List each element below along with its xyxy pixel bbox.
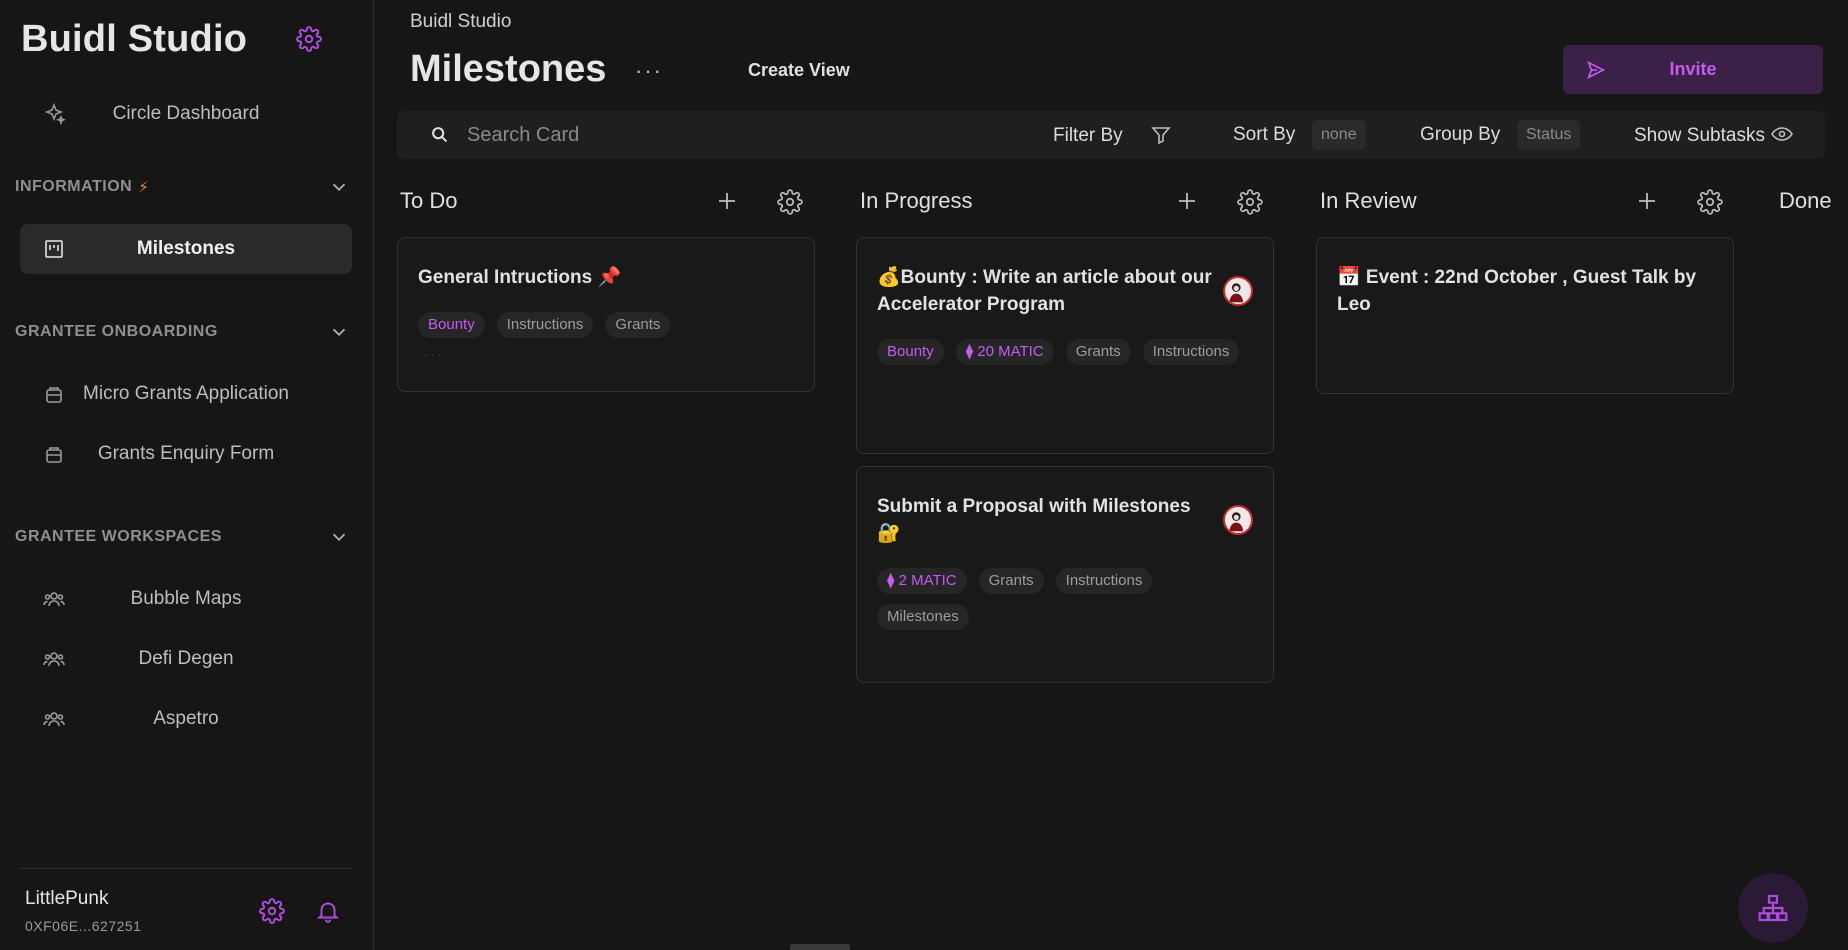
sort-by-label: Sort By xyxy=(1233,124,1296,145)
card-tags: ⧫ 2 MATIC Grants Instructions Milestones xyxy=(877,568,1253,630)
search-input[interactable] xyxy=(467,120,827,150)
add-card-icon[interactable] xyxy=(1635,189,1659,213)
breadcrumb[interactable]: Buidl Studio xyxy=(410,11,511,33)
chevron-down-icon[interactable] xyxy=(328,321,350,343)
tag-instructions: Instructions xyxy=(1142,339,1240,365)
sidebar-item-label: Milestones xyxy=(136,238,236,259)
floating-action-button[interactable] xyxy=(1738,873,1808,943)
send-icon xyxy=(1587,60,1606,80)
board-toolbar: Filter By Sort By none Group By Status S… xyxy=(397,111,1825,159)
filter-icon[interactable] xyxy=(1149,123,1173,147)
section-information-header[interactable]: INFORMATION ⚡ xyxy=(15,175,350,199)
sidebar-item-label: Defi Degen xyxy=(138,648,234,669)
card-title: General Intructions 📌 xyxy=(418,267,622,288)
chevron-down-icon[interactable] xyxy=(328,176,350,198)
section-grantee-onboarding-title: GRANTEE ONBOARDING xyxy=(15,323,218,340)
lightning-icon: ⚡ xyxy=(138,179,150,196)
sidebar-item-label: Grants Enquiry Form xyxy=(97,443,275,464)
sidebar-item-micro-grants-application[interactable]: Micro Grants Application xyxy=(20,369,352,419)
tag-reward: ⧫ 2 MATIC xyxy=(877,568,967,594)
sidebar: Buidl Studio Circle Dashboard INFORMATIO… xyxy=(0,0,374,950)
card-title: 💰Bounty : Write an article about our Acc… xyxy=(877,267,1212,315)
main-content: Buidl Studio Milestones ··· Create View … xyxy=(375,0,1848,950)
card-general-intructions[interactable]: General Intructions 📌 Bounty Instruction… xyxy=(397,237,815,392)
show-subtasks-label: Show Subtasks xyxy=(1634,125,1765,146)
card-title: Submit a Proposal with Milestones 🔐 xyxy=(877,496,1191,544)
eye-icon[interactable] xyxy=(1770,122,1794,146)
sidebar-item-label: Aspetro xyxy=(153,708,219,729)
card-event-guest-talk[interactable]: 📅 Event : 22nd October , Guest Talk by L… xyxy=(1316,237,1734,394)
column-title-todo: To Do xyxy=(400,188,458,213)
tag-bounty: Bounty xyxy=(418,312,485,338)
tag-grants: Grants xyxy=(978,568,1044,594)
section-information-title: INFORMATION xyxy=(15,178,133,195)
column-title-done: Done xyxy=(1779,188,1832,213)
search-icon xyxy=(432,127,448,143)
horizontal-scrollbar[interactable] xyxy=(790,944,850,950)
add-card-icon[interactable] xyxy=(1175,189,1199,213)
user-profile[interactable]: LittlePunk 0XF06E...627251 xyxy=(25,888,141,934)
invite-label: Invite xyxy=(1669,59,1717,79)
tag-bounty: Bounty xyxy=(877,339,944,365)
workspace-settings-gear-icon[interactable] xyxy=(296,26,322,52)
people-icon xyxy=(43,712,65,727)
hierarchy-icon xyxy=(1758,894,1788,922)
user-wallet-address: 0XF06E...627251 xyxy=(25,918,142,934)
people-icon xyxy=(43,652,65,667)
avatar xyxy=(1223,505,1253,535)
sidebar-item-grants-enquiry-form[interactable]: Grants Enquiry Form xyxy=(20,429,352,479)
form-icon xyxy=(46,387,62,403)
circle-dashboard-label: Circle Dashboard xyxy=(112,103,260,124)
bell-icon[interactable] xyxy=(315,898,341,924)
column-settings-gear-icon[interactable] xyxy=(777,189,803,215)
sidebar-item-label: Micro Grants Application xyxy=(83,383,289,404)
workspace-title[interactable]: Buidl Studio xyxy=(21,18,247,61)
sidebar-item-milestones[interactable]: Milestones xyxy=(20,224,352,274)
tag-grants: Grants xyxy=(605,312,671,338)
card-submit-proposal[interactable]: Submit a Proposal with Milestones 🔐 ⧫ 2 … xyxy=(856,466,1274,683)
user-settings-gear-icon[interactable] xyxy=(259,898,285,924)
sidebar-item-bubble-maps[interactable]: Bubble Maps xyxy=(20,574,352,624)
chevron-down-icon[interactable] xyxy=(328,526,350,548)
column-title-in-review: In Review xyxy=(1320,188,1417,213)
column-settings-gear-icon[interactable] xyxy=(1697,189,1723,215)
tag-reward: ⧫ 20 MATIC xyxy=(955,339,1054,365)
section-grantee-workspaces-title: GRANTEE WORKSPACES xyxy=(15,528,222,545)
tag-grants: Grants xyxy=(1065,339,1131,365)
section-grantee-workspaces-header[interactable]: GRANTEE WORKSPACES xyxy=(15,525,350,549)
add-card-icon[interactable] xyxy=(715,189,739,213)
kanban-icon xyxy=(45,240,63,258)
avatar xyxy=(1223,276,1253,306)
group-by-select[interactable]: Status xyxy=(1517,120,1581,150)
people-icon xyxy=(43,592,65,607)
more-options-icon[interactable]: ··· xyxy=(635,58,663,84)
create-view-button[interactable]: Create View xyxy=(748,60,850,81)
circle-dashboard-link[interactable]: Circle Dashboard xyxy=(20,89,352,139)
divider xyxy=(20,868,352,869)
tag-milestones: Milestones xyxy=(877,604,969,630)
tag-instructions: Instructions xyxy=(1055,568,1153,594)
card-tags: Bounty Instructions Grants xyxy=(418,312,794,338)
section-grantee-onboarding-header[interactable]: GRANTEE ONBOARDING xyxy=(15,320,350,344)
page-title: Milestones xyxy=(410,48,607,90)
sparkle-icon xyxy=(44,102,66,126)
sidebar-item-aspetro[interactable]: Aspetro xyxy=(20,694,352,744)
form-icon xyxy=(46,447,62,463)
group-by-label: Group By xyxy=(1420,124,1501,145)
invite-button[interactable]: Invite xyxy=(1563,45,1823,94)
card-title: 📅 Event : 22nd October , Guest Talk by L… xyxy=(1337,267,1697,315)
tag-instructions: Instructions xyxy=(496,312,594,338)
card-tags: Bounty ⧫ 20 MATIC Grants Instructions xyxy=(877,339,1253,365)
card-progress-dots: ··· xyxy=(424,346,444,362)
card-bounty-write-article[interactable]: 💰Bounty : Write an article about our Acc… xyxy=(856,237,1274,454)
column-title-in-progress: In Progress xyxy=(860,188,973,213)
sidebar-item-defi-degen[interactable]: Defi Degen xyxy=(20,634,352,684)
sidebar-item-label: Bubble Maps xyxy=(130,588,242,609)
column-settings-gear-icon[interactable] xyxy=(1237,189,1263,215)
filter-by-label[interactable]: Filter By xyxy=(1053,125,1123,147)
sort-by-select[interactable]: none xyxy=(1312,120,1366,150)
user-name: LittlePunk xyxy=(25,888,109,909)
